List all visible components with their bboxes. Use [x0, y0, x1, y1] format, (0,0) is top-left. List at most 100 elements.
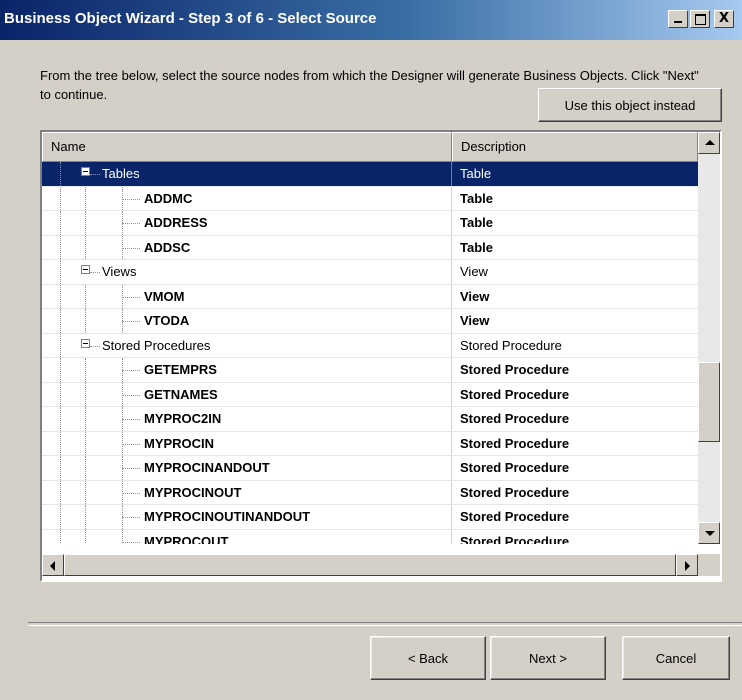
- tree-row-name-cell: MYPROCIN: [42, 431, 452, 455]
- tree-connector: [60, 480, 61, 504]
- tree-row-label: Tables: [102, 166, 140, 181]
- tree-row-name-cell: ADDSC: [42, 235, 452, 259]
- tree-row[interactable]: MYPROCINANDOUT Stored Procedure: [42, 456, 698, 481]
- tree-row-description: View: [460, 288, 490, 304]
- arrow-right-icon: [685, 561, 690, 571]
- tree-row-label: ADDMC: [144, 190, 193, 206]
- tree-row[interactable]: Tables Table: [42, 162, 698, 187]
- wizard-window: Business Object Wizard - Step 3 of 6 - S…: [0, 0, 742, 700]
- tree-row-name-cell: Views: [42, 260, 452, 284]
- tree-row[interactable]: ADDMC Table: [42, 186, 698, 211]
- tree-row-label: MYPROCINOUTINANDOUT: [144, 509, 311, 524]
- horizontal-scrollbar[interactable]: [42, 554, 698, 576]
- arrow-down-icon: [705, 531, 715, 536]
- tree-connector: [85, 186, 86, 210]
- tree-row-description: Table: [460, 215, 493, 231]
- tree-row-name-cell: Tables: [42, 162, 452, 186]
- tree-row-description: Stored Procedure: [460, 533, 570, 544]
- tree-row-label: VMOM: [144, 288, 185, 304]
- scroll-down-button[interactable]: [698, 522, 720, 544]
- tree-connector: [85, 235, 86, 259]
- tree-connector: [85, 309, 86, 333]
- tree-row[interactable]: MYPROCOUT Stored Procedure: [42, 529, 698, 545]
- source-tree-list[interactable]: Name Description Tables Table ADDMC Table AD…: [40, 130, 722, 582]
- tree-connector: [60, 529, 61, 544]
- tree-row-description: Stored Procedure: [460, 337, 562, 353]
- tree-connector: [85, 284, 86, 308]
- tree-row[interactable]: ADDRESS Table: [42, 211, 698, 236]
- scroll-left-button[interactable]: [42, 554, 64, 576]
- tree-row[interactable]: VMOM View: [42, 284, 698, 309]
- tree-row-name-cell: GETNAMES: [42, 382, 452, 406]
- tree-connector: [85, 407, 86, 431]
- tree-row-name-cell: GETEMPRS: [42, 358, 452, 382]
- next-button[interactable]: Next >: [490, 636, 606, 680]
- horizontal-scroll-thumb[interactable]: [64, 554, 676, 576]
- tree-connector: [60, 456, 61, 480]
- tree-connector: [85, 358, 86, 382]
- vertical-scroll-thumb[interactable]: [698, 362, 720, 442]
- collapse-icon[interactable]: [81, 265, 90, 274]
- tree-connector: [60, 235, 61, 259]
- tree-connector: [60, 260, 61, 284]
- collapse-icon[interactable]: [81, 167, 90, 176]
- window-title: Business Object Wizard - Step 3 of 6 - S…: [4, 10, 377, 27]
- cancel-button[interactable]: Cancel: [622, 636, 730, 680]
- title-buttons: X: [668, 10, 734, 28]
- tree-row[interactable]: MYPROC2IN Stored Procedure: [42, 407, 698, 432]
- maximize-button[interactable]: [690, 10, 710, 28]
- tree-connector: [85, 211, 86, 235]
- tree-connector: [60, 284, 61, 308]
- column-header-description[interactable]: Description: [452, 132, 698, 162]
- tree-row[interactable]: GETNAMES Stored Procedure: [42, 382, 698, 407]
- tree-connector: [122, 247, 140, 249]
- tree-row-label: VTODA: [144, 313, 190, 328]
- tree-connector: [122, 198, 140, 200]
- tree-row-name-cell: MYPROC2IN: [42, 407, 452, 431]
- tree-row-label: ADDRESS: [144, 215, 208, 230]
- minimize-button[interactable]: [668, 10, 688, 28]
- tree-row-name-cell: MYPROCINANDOUT: [42, 456, 452, 480]
- tree-connector: [122, 541, 140, 543]
- tree-connector: [60, 505, 61, 529]
- tree-row[interactable]: GETEMPRS Stored Procedure: [42, 358, 698, 383]
- tree-row[interactable]: MYPROCINOUT Stored Procedure: [42, 480, 698, 505]
- tree-row[interactable]: Stored Procedures Stored Procedure: [42, 333, 698, 358]
- tree-row-name-cell: Stored Procedures: [42, 333, 452, 357]
- tree-connector: [90, 272, 100, 273]
- title-bar[interactable]: Business Object Wizard - Step 3 of 6 - S…: [0, 0, 742, 40]
- tree-row-name-cell: VMOM: [42, 284, 452, 308]
- tree-row-description: Stored Procedure: [460, 509, 570, 525]
- tree-row[interactable]: VTODA View: [42, 309, 698, 334]
- collapse-icon[interactable]: [81, 338, 90, 348]
- tree-connector: [60, 358, 61, 382]
- close-icon: X: [718, 11, 730, 26]
- column-header-name[interactable]: Name: [42, 132, 452, 162]
- tree-connector: [85, 382, 86, 406]
- tree-row[interactable]: Views View: [42, 260, 698, 285]
- vertical-scrollbar[interactable]: [698, 132, 720, 544]
- tree-connector: [122, 321, 140, 322]
- tree-row-description: Table: [460, 166, 492, 182]
- tree-connector: [85, 505, 86, 529]
- tree-row[interactable]: MYPROCIN Stored Procedure: [42, 431, 698, 456]
- scroll-right-button[interactable]: [676, 554, 698, 576]
- tree-row-description: View: [460, 264, 488, 280]
- tree-connector: [90, 174, 100, 175]
- scroll-up-button[interactable]: [698, 132, 720, 154]
- tree-row-label: MYPROCINOUT: [144, 484, 242, 500]
- footer-separator: [28, 622, 742, 626]
- tree-row[interactable]: MYPROCINOUTINANDOUT Stored Procedure: [42, 505, 698, 530]
- tree-connector: [85, 456, 86, 480]
- tree-row[interactable]: ADDSC Table: [42, 235, 698, 260]
- tree-connector: [85, 431, 86, 455]
- tree-connector: [90, 345, 100, 347]
- arrow-up-icon: [705, 140, 715, 145]
- tree-row-label: MYPROC2IN: [144, 411, 222, 426]
- scrollbar-corner: [698, 554, 720, 576]
- back-button[interactable]: < Back: [370, 636, 486, 680]
- close-button[interactable]: X: [714, 10, 734, 28]
- use-object-button[interactable]: Use this object instead: [538, 88, 722, 122]
- tree-connector: [122, 517, 140, 518]
- tree-row-label: MYPROCOUT: [144, 533, 229, 545]
